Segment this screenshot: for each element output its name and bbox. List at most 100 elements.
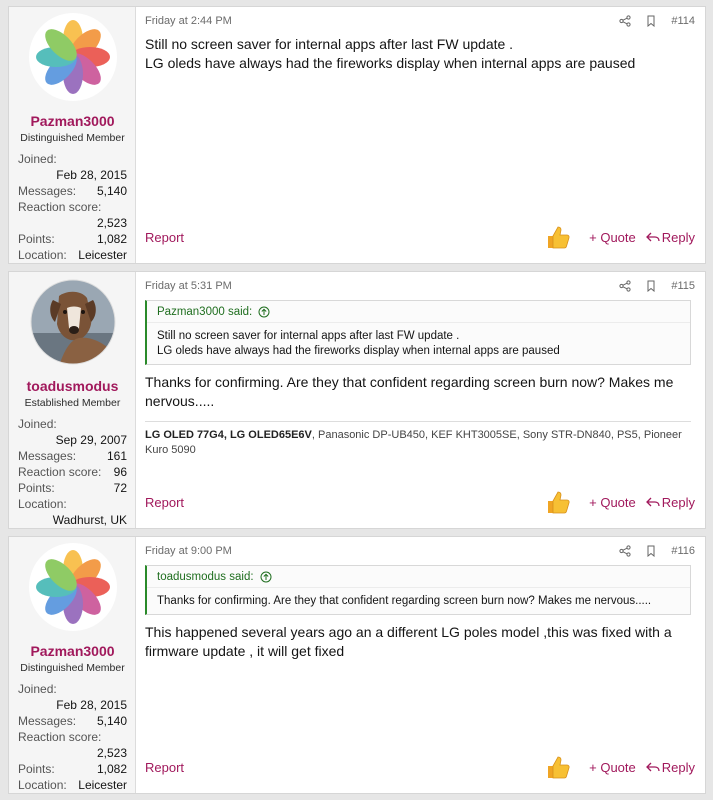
- quote-header[interactable]: toadusmodus said:: [147, 566, 690, 588]
- stat-location: Location: Wadhurst, UK: [18, 496, 127, 528]
- stat-location: Location: Leicester: [18, 247, 127, 263]
- post-main: Friday at 5:31 PM #115 Pazman3000 said: …: [136, 272, 705, 528]
- stat-reaction: Reaction score: 2,523: [18, 199, 127, 231]
- quote-line: LG oleds have always had the fireworks d…: [157, 345, 560, 357]
- stat-messages: Messages: 5,140: [18, 713, 127, 729]
- user-stats: Joined: Feb 28, 2015 Messages: 5,140 Rea…: [18, 681, 127, 793]
- post-main: Friday at 2:44 PM #114 Still no screen s…: [136, 7, 705, 263]
- stat-value: 5,140: [96, 714, 127, 728]
- bookmark-icon[interactable]: [645, 15, 657, 27]
- stat-label: Points:: [18, 232, 55, 246]
- quote-line: Still no screen saver for internal apps …: [157, 330, 460, 342]
- stat-value: Feb 28, 2015: [56, 698, 127, 712]
- stat-value: 2,523: [96, 746, 127, 760]
- reply-button[interactable]: Reply: [645, 495, 695, 510]
- post-number[interactable]: #115: [671, 280, 695, 292]
- quote-block: Pazman3000 said: Still no screen saver f…: [145, 300, 691, 365]
- stat-points: Points: 1,082: [18, 231, 127, 247]
- post-body: Still no screen saver for internal apps …: [145, 35, 705, 73]
- arrow-up-circle-icon[interactable]: [260, 571, 272, 583]
- stat-messages: Messages: 5,140: [18, 183, 127, 199]
- share-icon[interactable]: [619, 15, 631, 27]
- photos-flower-icon: [28, 13, 117, 101]
- avatar[interactable]: [28, 543, 117, 631]
- user-title: Distinguished Member: [20, 662, 125, 674]
- report-link[interactable]: Report: [145, 760, 545, 775]
- post-114: Pazman3000 Distinguished Member Joined: …: [8, 6, 706, 264]
- arrow-up-circle-icon[interactable]: [258, 306, 270, 318]
- stat-label: Location:: [18, 778, 67, 792]
- photos-flower-icon: [28, 543, 117, 631]
- share-icon[interactable]: [619, 545, 631, 557]
- signature-bold: LG OLED 77G4, LG OLED65E6V: [145, 429, 312, 441]
- avatar[interactable]: [29, 278, 117, 366]
- stat-label: Messages:: [18, 714, 77, 728]
- reply-label: Reply: [661, 229, 695, 245]
- stat-value: 5,140: [96, 184, 127, 198]
- stat-value: Leicester: [78, 778, 127, 792]
- stat-value: 96: [113, 465, 127, 479]
- stat-value: Sep 29, 2007: [55, 433, 127, 447]
- report-link[interactable]: Report: [145, 230, 545, 245]
- thumbs-up-icon[interactable]: [545, 489, 571, 515]
- share-icon[interactable]: [619, 280, 631, 292]
- reply-label: Reply: [661, 759, 695, 775]
- stat-label: Joined:: [18, 682, 57, 696]
- thumbs-up-icon[interactable]: [545, 754, 571, 780]
- thumbs-up-icon[interactable]: [545, 224, 571, 250]
- post-meta: Friday at 5:31 PM #115: [145, 272, 705, 300]
- post-body: This happened several years ago an a dif…: [145, 624, 672, 659]
- post-line: LG oleds have always had the fireworks d…: [145, 55, 636, 71]
- post-date[interactable]: Friday at 2:44 PM: [145, 15, 605, 27]
- reply-button[interactable]: Reply: [645, 229, 695, 245]
- post-116: Pazman3000 Distinguished Member Joined: …: [8, 536, 706, 794]
- post-meta: Friday at 9:00 PM #116: [145, 537, 705, 565]
- post-date[interactable]: Friday at 5:31 PM: [145, 280, 605, 292]
- post-actions: Report + Quote Reply: [145, 223, 695, 251]
- stat-reaction: Reaction score: 96: [18, 464, 127, 480]
- user-stats: Joined: Sep 29, 2007 Messages: 161 React…: [18, 416, 127, 528]
- stat-messages: Messages: 161: [18, 448, 127, 464]
- stat-reaction: Reaction score: 2,523: [18, 729, 127, 761]
- stat-label: Points:: [18, 481, 55, 495]
- post-body: Thanks for confirming. Are they that con…: [145, 374, 674, 409]
- quote-block: toadusmodus said: Thanks for confirming.…: [145, 565, 691, 615]
- post-line: Still no screen saver for internal apps …: [145, 36, 514, 52]
- reply-button[interactable]: Reply: [645, 759, 695, 775]
- stat-label: Messages:: [18, 184, 77, 198]
- username[interactable]: Pazman3000: [18, 643, 127, 659]
- report-link[interactable]: Report: [145, 495, 545, 510]
- quote-button[interactable]: + Quote: [589, 760, 636, 775]
- quote-author: Pazman3000 said:: [157, 306, 253, 318]
- bookmark-icon[interactable]: [645, 545, 657, 557]
- post-115: toadusmodus Established Member Joined: S…: [8, 271, 706, 529]
- stat-joined: Joined: Sep 29, 2007: [18, 416, 127, 448]
- stat-value: Wadhurst, UK: [52, 513, 127, 527]
- user-title: Established Member: [24, 397, 121, 409]
- quote-button[interactable]: + Quote: [589, 230, 636, 245]
- post-number[interactable]: #114: [671, 15, 695, 27]
- reply-arrow-icon: [645, 232, 660, 242]
- quote-body: Still no screen saver for internal apps …: [147, 323, 690, 364]
- avatar[interactable]: [28, 13, 117, 101]
- bookmark-icon[interactable]: [645, 280, 657, 292]
- stat-label: Reaction score:: [18, 730, 102, 744]
- username[interactable]: Pazman3000: [18, 113, 127, 129]
- stat-value: Feb 28, 2015: [56, 168, 127, 182]
- post-actions: Report + Quote Reply: [145, 753, 695, 781]
- dog-photo-avatar: [30, 279, 115, 365]
- signature: LG OLED 77G4, LG OLED65E6V, Panasonic DP…: [145, 421, 691, 458]
- quote-header[interactable]: Pazman3000 said:: [147, 301, 690, 323]
- quote-button[interactable]: + Quote: [589, 495, 636, 510]
- quote-author: toadusmodus said:: [157, 571, 254, 583]
- username[interactable]: toadusmodus: [18, 378, 127, 394]
- stat-label: Reaction score:: [18, 200, 102, 214]
- stat-points: Points: 72: [18, 480, 127, 496]
- post-date[interactable]: Friday at 9:00 PM: [145, 545, 605, 557]
- stat-label: Points:: [18, 762, 55, 776]
- post-main: Friday at 9:00 PM #116 toadusmodus said:…: [136, 537, 705, 793]
- user-title: Distinguished Member: [20, 132, 125, 144]
- stat-label: Joined:: [18, 152, 57, 166]
- post-number[interactable]: #116: [671, 545, 695, 557]
- stat-points: Points: 1,082: [18, 761, 127, 777]
